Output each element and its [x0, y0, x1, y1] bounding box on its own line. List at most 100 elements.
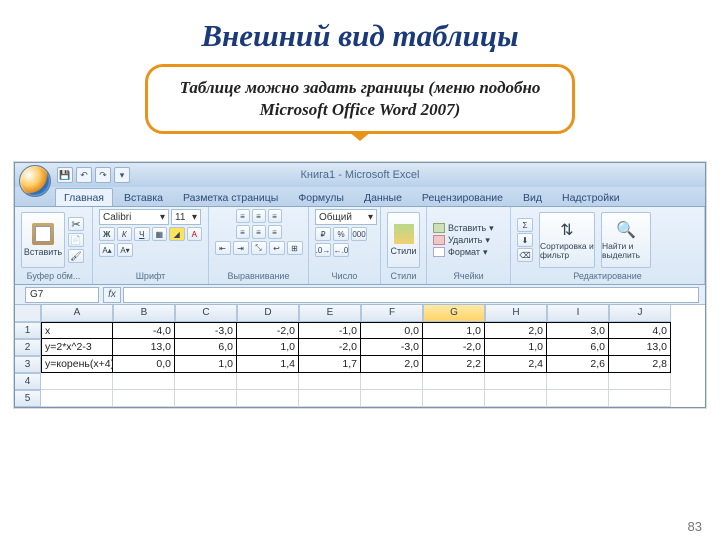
cell[interactable]: -3,0: [175, 322, 237, 339]
format-painter-button[interactable]: [68, 249, 84, 263]
number-format-combo[interactable]: Общий▾: [315, 209, 377, 225]
column-header[interactable]: G: [423, 305, 485, 322]
currency-button[interactable]: ₽: [315, 227, 331, 241]
column-header[interactable]: C: [175, 305, 237, 322]
tab-insert[interactable]: Вставка: [115, 188, 172, 206]
cell[interactable]: 1,0: [485, 339, 547, 356]
align-center-button[interactable]: ≡: [252, 225, 266, 239]
cell[interactable]: -4,0: [113, 322, 175, 339]
italic-button[interactable]: К: [117, 227, 133, 241]
find-select-button[interactable]: 🔍 Найти и выделить: [601, 212, 651, 268]
cell[interactable]: 4,0: [609, 322, 671, 339]
column-header[interactable]: J: [609, 305, 671, 322]
cell[interactable]: 2,0: [361, 356, 423, 373]
cell[interactable]: 2,2: [423, 356, 485, 373]
increase-indent-button[interactable]: ⇥: [233, 241, 249, 255]
align-right-button[interactable]: ≡: [268, 225, 282, 239]
autosum-button[interactable]: Σ: [517, 218, 533, 232]
cell[interactable]: x: [41, 322, 113, 339]
clear-button[interactable]: ⌫: [517, 248, 533, 262]
percent-button[interactable]: %: [333, 227, 349, 241]
row-header[interactable]: 4: [15, 373, 41, 390]
format-cells-button[interactable]: Формат ▾: [433, 247, 494, 258]
decrease-decimal-button[interactable]: ←.0: [333, 243, 349, 257]
cell[interactable]: 0,0: [361, 322, 423, 339]
row-header[interactable]: 1: [15, 322, 41, 339]
cell[interactable]: [41, 390, 113, 407]
cell[interactable]: 0,0: [113, 356, 175, 373]
column-header[interactable]: H: [485, 305, 547, 322]
shrink-font-button[interactable]: A▾: [117, 243, 133, 257]
cell[interactable]: 2,0: [485, 322, 547, 339]
cell[interactable]: 2,4: [485, 356, 547, 373]
cell[interactable]: [175, 373, 237, 390]
qat-dropdown-icon[interactable]: ▾: [114, 167, 130, 183]
name-box[interactable]: G7: [25, 287, 99, 303]
comma-button[interactable]: 000: [351, 227, 367, 241]
cell[interactable]: [609, 373, 671, 390]
fill-button[interactable]: ⬇: [517, 233, 533, 247]
cell[interactable]: [485, 373, 547, 390]
worksheet-grid[interactable]: ABCDEFGHIJ1x-4,0-3,0-2,0-1,00,01,02,03,0…: [15, 305, 705, 407]
insert-cells-button[interactable]: Вставить ▾: [433, 223, 494, 234]
cell[interactable]: [237, 390, 299, 407]
cell[interactable]: 1,0: [175, 356, 237, 373]
wrap-text-button[interactable]: ↩: [269, 241, 285, 255]
cut-button[interactable]: [68, 217, 84, 231]
redo-icon[interactable]: ↷: [95, 167, 111, 183]
paste-button[interactable]: Вставить: [21, 212, 65, 268]
row-header[interactable]: 3: [15, 356, 41, 373]
merge-button[interactable]: ⊞: [287, 241, 303, 255]
cell[interactable]: 1,4: [237, 356, 299, 373]
formula-bar[interactable]: [123, 287, 699, 303]
cell[interactable]: -2,0: [299, 339, 361, 356]
cell[interactable]: 13,0: [113, 339, 175, 356]
sort-filter-button[interactable]: ⇅ Сортировка и фильтр: [539, 212, 595, 268]
row-header[interactable]: 2: [15, 339, 41, 356]
row-header[interactable]: 5: [15, 390, 41, 407]
office-button[interactable]: [19, 165, 51, 197]
tab-home[interactable]: Главная: [55, 188, 113, 206]
cell[interactable]: [361, 390, 423, 407]
cell[interactable]: 1,0: [423, 322, 485, 339]
font-color-button[interactable]: A: [187, 227, 203, 241]
tab-review[interactable]: Рецензирование: [413, 188, 512, 206]
align-middle-button[interactable]: ≡: [252, 209, 266, 223]
cell[interactable]: [547, 390, 609, 407]
underline-button[interactable]: Ч: [134, 227, 150, 241]
cell[interactable]: 6,0: [547, 339, 609, 356]
fill-color-button[interactable]: ◢: [169, 227, 185, 241]
column-header[interactable]: E: [299, 305, 361, 322]
styles-button[interactable]: Стили: [387, 212, 420, 268]
cell[interactable]: [113, 373, 175, 390]
cell[interactable]: -1,0: [299, 322, 361, 339]
font-size-combo[interactable]: 11▾: [171, 209, 201, 225]
cell[interactable]: [423, 373, 485, 390]
cell[interactable]: 6,0: [175, 339, 237, 356]
select-all-corner[interactable]: [15, 305, 41, 322]
fx-button[interactable]: fx: [103, 287, 121, 303]
delete-cells-button[interactable]: Удалить ▾: [433, 235, 494, 246]
tab-addins[interactable]: Надстройки: [553, 188, 629, 206]
cell[interactable]: [423, 390, 485, 407]
align-top-button[interactable]: ≡: [236, 209, 250, 223]
cell[interactable]: y=корень(x+4): [41, 356, 113, 373]
copy-button[interactable]: [68, 233, 84, 247]
bold-button[interactable]: Ж: [99, 227, 115, 241]
cell[interactable]: 1,7: [299, 356, 361, 373]
undo-icon[interactable]: ↶: [76, 167, 92, 183]
cell[interactable]: [299, 390, 361, 407]
cell[interactable]: y=2*x^2-3: [41, 339, 113, 356]
cell[interactable]: 3,0: [547, 322, 609, 339]
cell[interactable]: [41, 373, 113, 390]
tab-data[interactable]: Данные: [355, 188, 411, 206]
decrease-indent-button[interactable]: ⇤: [215, 241, 231, 255]
column-header[interactable]: F: [361, 305, 423, 322]
cell[interactable]: [361, 373, 423, 390]
tab-page-layout[interactable]: Разметка страницы: [174, 188, 287, 206]
align-left-button[interactable]: ≡: [236, 225, 250, 239]
column-header[interactable]: A: [41, 305, 113, 322]
grow-font-button[interactable]: A▴: [99, 243, 115, 257]
cell[interactable]: -3,0: [361, 339, 423, 356]
increase-decimal-button[interactable]: .0→: [315, 243, 331, 257]
